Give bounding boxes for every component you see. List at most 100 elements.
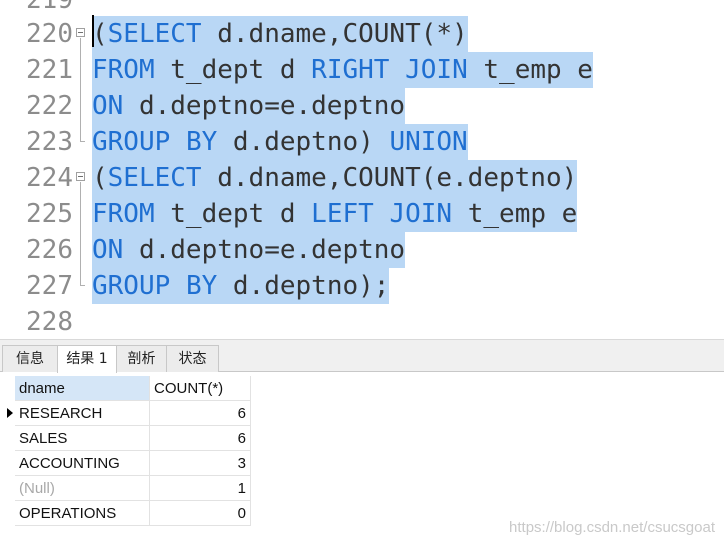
fold-gutter	[76, 160, 86, 196]
column-header-dname[interactable]: dname	[15, 376, 150, 401]
editor-line[interactable]: 225 FROM t_dept d LEFT JOIN t_emp e	[0, 196, 724, 232]
sql-keyword: ON	[92, 91, 124, 121]
sql-keyword: GROUP	[92, 271, 171, 301]
sql-keyword: BY	[185, 127, 218, 157]
fold-collapse-icon[interactable]	[76, 28, 85, 37]
row-indicator[interactable]	[0, 451, 15, 476]
fold-gutter	[76, 88, 86, 124]
fold-gutter	[76, 304, 86, 339]
sql-keyword: SELECT	[107, 163, 202, 193]
sql-editor[interactable]: 219 220 (SELECT d.dname,COUNT(*) 221 FROM t…	[0, 0, 724, 339]
cell-count[interactable]: 0	[150, 501, 251, 526]
cell-dname[interactable]: SALES	[15, 426, 150, 451]
sql-text: d.dname,COUNT(*)	[201, 19, 468, 49]
sql-keyword: LEFT	[311, 199, 374, 229]
cell-dname[interactable]: (Null)	[15, 476, 150, 501]
code-text: FROM t_dept d LEFT JOIN t_emp e	[92, 196, 578, 232]
sql-keyword: GROUP	[92, 127, 171, 157]
fold-gutter	[76, 232, 86, 268]
editor-line[interactable]: 228	[0, 304, 724, 339]
sql-text: t_dept d	[154, 199, 312, 229]
cell-dname[interactable]: OPERATIONS	[15, 501, 150, 526]
sql-keyword: UNION	[389, 127, 468, 157]
sql-text: d.deptno=e.deptno	[123, 91, 406, 121]
code-text: ON d.deptno=e.deptno	[92, 88, 406, 124]
fold-gutter	[76, 268, 86, 304]
tab-result-1[interactable]: 结果 1	[57, 345, 117, 373]
sql-keyword: JOIN	[405, 55, 468, 85]
editor-line[interactable]: 227 GROUP BY d.deptno);	[0, 268, 724, 304]
row-indicator[interactable]	[0, 501, 15, 526]
editor-line[interactable]: 223 GROUP BY d.deptno) UNION	[0, 124, 724, 160]
line-number: 223	[26, 127, 73, 157]
watermark: https://blog.csdn.net/csucsgoat	[509, 519, 715, 536]
line-number: 222	[26, 91, 73, 121]
cell-count[interactable]: 1	[150, 476, 251, 501]
editor-line[interactable]: 220 (SELECT d.dname,COUNT(*)	[0, 16, 724, 52]
sql-keyword: SELECT	[107, 19, 202, 49]
sql-text: t_emp e	[452, 199, 578, 229]
sql-keyword: JOIN	[389, 199, 453, 229]
line-number: 225	[26, 199, 73, 229]
code-text: GROUP BY d.deptno) UNION	[92, 124, 468, 160]
code-text: (SELECT d.dname,COUNT(e.deptno)	[92, 160, 578, 196]
table-row[interactable]: (Null) 1	[0, 476, 724, 501]
sql-text: d.dname,COUNT(e.deptno)	[201, 163, 578, 193]
sql-text: d.deptno=e.deptno	[123, 235, 406, 265]
fold-gutter	[76, 124, 86, 160]
line-number: 226	[26, 235, 73, 265]
sql-keyword: FROM	[92, 55, 155, 85]
sql-keyword: RIGHT	[311, 55, 390, 85]
sql-keyword: ON	[92, 235, 124, 265]
editor-line[interactable]: 224 (SELECT d.dname,COUNT(e.deptno)	[0, 160, 724, 196]
text-cursor	[92, 15, 94, 47]
fold-gutter	[76, 52, 86, 88]
fold-gutter	[76, 196, 86, 232]
line-number: 221	[26, 55, 73, 85]
cell-count[interactable]: 3	[150, 451, 251, 476]
code-text: ON d.deptno=e.deptno	[92, 232, 406, 268]
tab-profile[interactable]: 剖析	[116, 345, 167, 372]
sql-text: d.deptno);	[217, 271, 390, 301]
table-row[interactable]: SALES 6	[0, 426, 724, 451]
cell-dname[interactable]: RESEARCH	[15, 401, 150, 426]
row-indicator[interactable]	[0, 426, 15, 451]
tab-status[interactable]: 状态	[166, 345, 219, 372]
line-number: 228	[26, 307, 73, 337]
editor-line[interactable]: 226 ON d.deptno=e.deptno	[0, 232, 724, 268]
grid-header-row: dname COUNT(*)	[0, 376, 724, 401]
sql-text: t_emp e	[467, 55, 593, 85]
code-text: FROM t_dept d RIGHT JOIN t_emp e	[92, 52, 593, 88]
table-row[interactable]: RESEARCH 6	[0, 401, 724, 426]
tab-info[interactable]: 信息	[2, 345, 58, 372]
editor-line[interactable]: 221 FROM t_dept d RIGHT JOIN t_emp e	[0, 52, 724, 88]
sql-keyword: FROM	[92, 199, 155, 229]
code-text: GROUP BY d.deptno);	[92, 268, 390, 304]
column-header-count[interactable]: COUNT(*)	[150, 376, 251, 401]
table-row[interactable]: ACCOUNTING 3	[0, 451, 724, 476]
cell-count[interactable]: 6	[150, 426, 251, 451]
current-row-arrow-icon	[7, 408, 13, 418]
editor-line[interactable]: 222 ON d.deptno=e.deptno	[0, 88, 724, 124]
cell-dname[interactable]: ACCOUNTING	[15, 451, 150, 476]
row-indicator[interactable]	[0, 476, 15, 501]
result-tabbar: 信息 结果 1 剖析 状态	[0, 339, 724, 373]
sql-text: (	[92, 19, 108, 49]
code-text: (SELECT d.dname,COUNT(*)	[92, 16, 468, 52]
sql-keyword: BY	[185, 271, 218, 301]
sql-text: d.deptno)	[217, 127, 390, 157]
line-number: 224	[26, 163, 73, 193]
line-number: 220	[26, 19, 73, 49]
app-window: 219 220 (SELECT d.dname,COUNT(*) 221 FROM t…	[0, 0, 724, 545]
cell-count[interactable]: 6	[150, 401, 251, 426]
fold-gutter	[76, 16, 86, 52]
fold-collapse-icon[interactable]	[76, 172, 85, 181]
sql-text: t_dept d	[154, 55, 312, 85]
row-indicator[interactable]	[0, 401, 15, 426]
sql-text: (	[92, 163, 108, 193]
line-number: 227	[26, 271, 73, 301]
